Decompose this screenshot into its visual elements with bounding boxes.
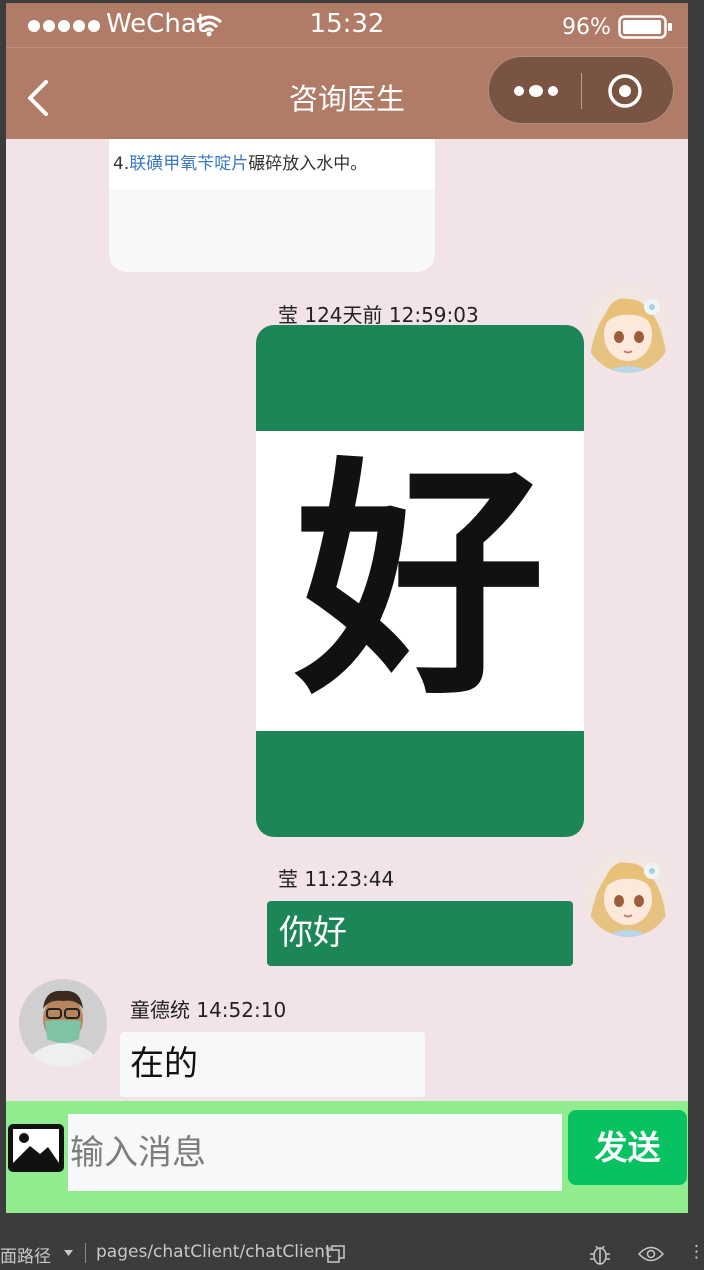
menu-capsule [488, 56, 674, 124]
simulator-screen: WeChat 15:32 96% 咨询医生 4.联磺甲氧苄啶片碾碎放入水中。 莹… [6, 3, 688, 1213]
message-meta: 莹 11:23:44 [278, 867, 395, 891]
received-text-bubble[interactable]: 在的 [120, 1032, 425, 1097]
article-suffix: 碾碎放入水中。 [248, 154, 368, 174]
capsule-divider [581, 73, 582, 109]
send-button[interactable]: 发送 [568, 1110, 687, 1185]
doctor-avatar[interactable] [19, 979, 107, 1067]
article-prefix: 4. [113, 154, 130, 174]
battery-percent: 96% [562, 15, 611, 40]
caret-down-icon[interactable] [64, 1250, 73, 1256]
sent-text-bubble[interactable]: 你好 [267, 901, 573, 966]
more-icon[interactable] [511, 79, 561, 103]
image-message-bubble[interactable]: 好 [256, 325, 584, 837]
image-content: 好 [256, 431, 584, 731]
article-text: 4.联磺甲氧苄啶片碾碎放入水中。 [113, 149, 367, 174]
drug-link[interactable]: 联磺甲氧苄啶片 [129, 154, 248, 174]
message-meta: 莹 124天前 12:59:03 [278, 303, 479, 327]
status-bar: WeChat 15:32 96% [6, 3, 688, 47]
chat-message-list[interactable]: 4.联磺甲氧苄啶片碾碎放入水中。 莹 124天前 12:59:03 好 莹 11… [6, 139, 688, 1101]
battery-icon [618, 15, 672, 39]
page-path: pages/chatClient/chatClient [96, 1242, 332, 1262]
bug-icon[interactable] [588, 1242, 612, 1266]
more-options-icon[interactable]: ⋮ [688, 1242, 704, 1262]
divider [85, 1243, 86, 1263]
image-glyph: 好 [295, 434, 545, 728]
input-bar: 发送 [6, 1101, 688, 1213]
navigation-bar: 咨询医生 [6, 47, 688, 139]
page-path-label[interactable]: 面路径 [0, 1242, 51, 1267]
eye-icon[interactable] [638, 1245, 664, 1263]
image-icon[interactable] [6, 1122, 66, 1174]
user-avatar[interactable] [584, 849, 672, 937]
article-strip: 4.联磺甲氧苄啶片碾碎放入水中。 [109, 139, 435, 189]
message-input[interactable] [68, 1114, 562, 1191]
devtools-bar: 面路径 pages/chatClient/chatClient ⋮ [0, 1236, 704, 1270]
article-card[interactable]: 4.联磺甲氧苄啶片碾碎放入水中。 [109, 139, 435, 272]
close-icon[interactable] [607, 73, 643, 109]
copy-icon[interactable] [327, 1245, 345, 1263]
user-avatar[interactable] [584, 285, 672, 373]
message-meta: 童德统 14:52:10 [130, 998, 287, 1022]
